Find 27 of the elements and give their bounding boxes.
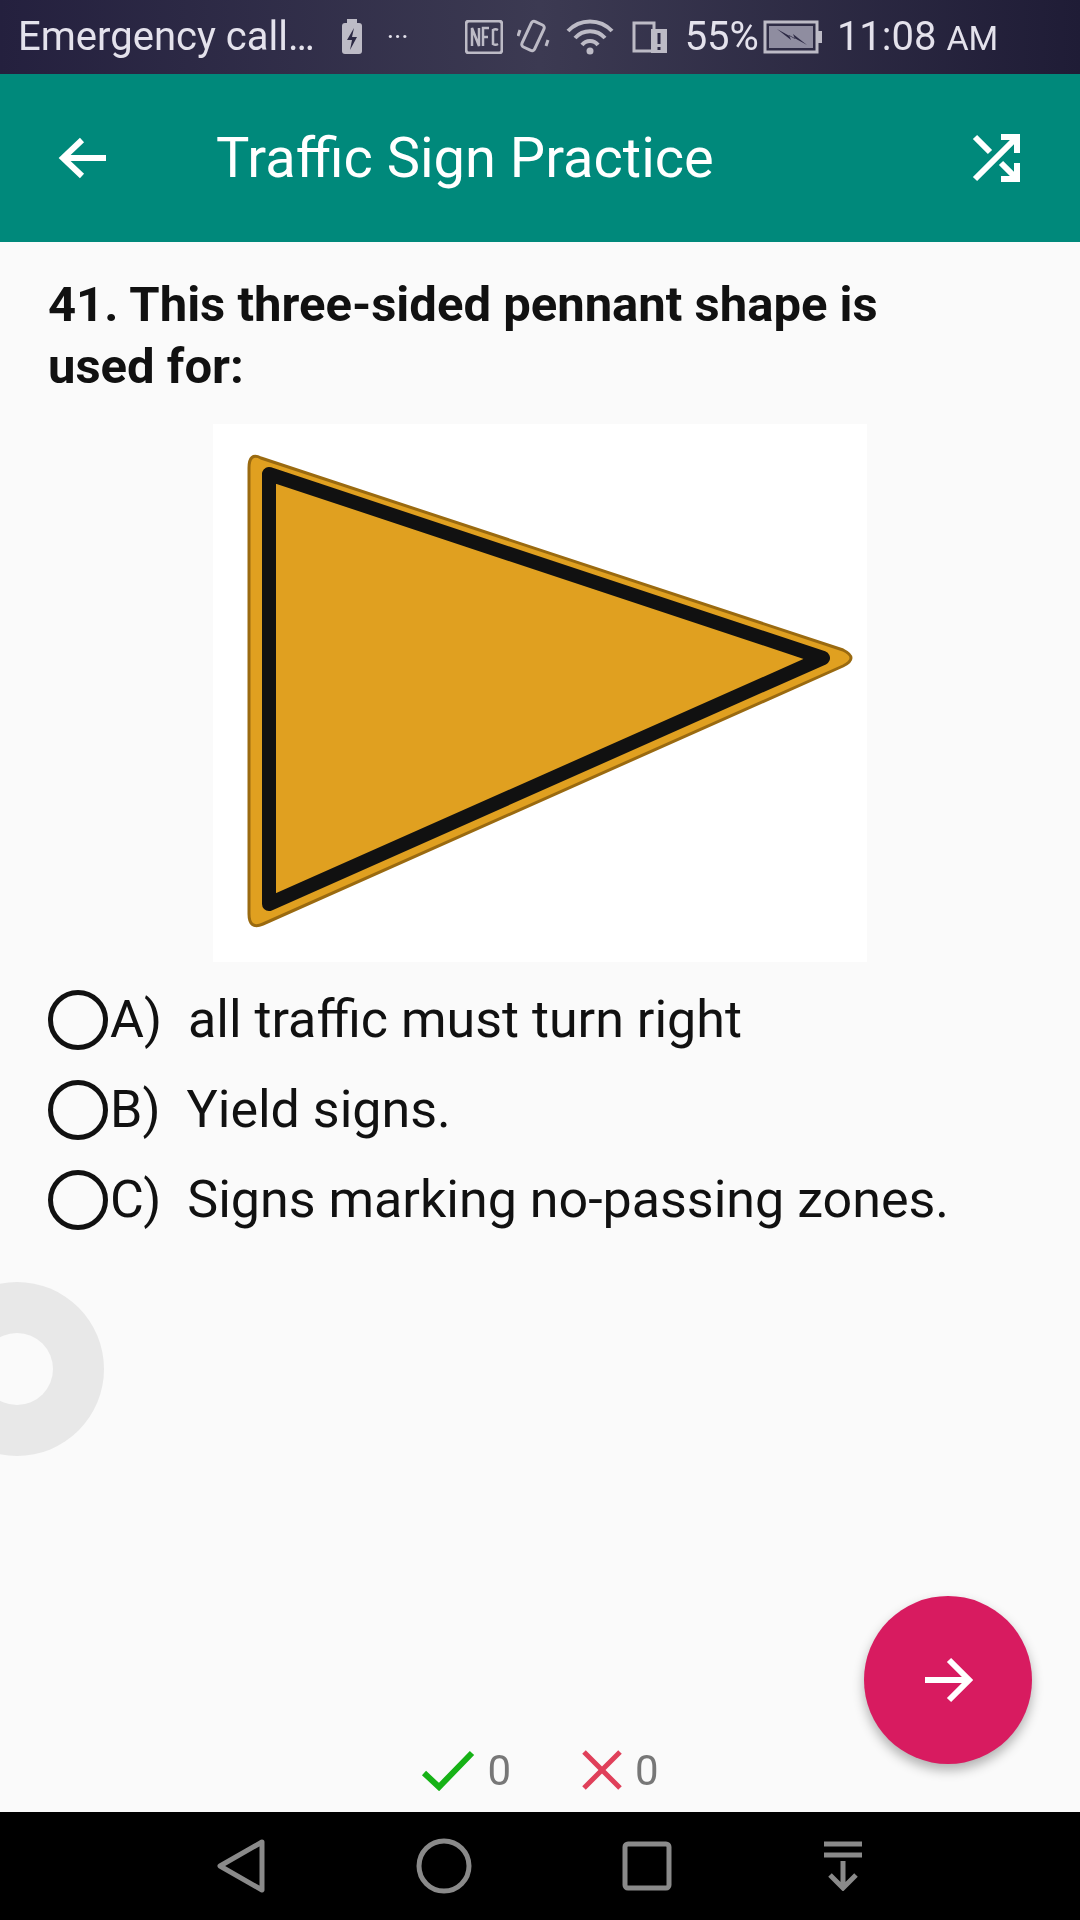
- home-icon[interactable]: [416, 1838, 472, 1894]
- cross-icon: [581, 1749, 623, 1791]
- notification-pull-icon[interactable]: [822, 1841, 864, 1891]
- question-text: 41. This three-sided pennant shape is used for:: [48, 275, 879, 397]
- battery-charging-icon: [340, 19, 363, 55]
- checkmark-icon: [421, 1749, 476, 1791]
- clock-time: 11:08 AM: [836, 12, 999, 62]
- answer-option[interactable]: B) Yield signs.: [48, 1080, 1032, 1140]
- back-icon[interactable]: [216, 1838, 266, 1894]
- battery-percent: 55%: [684, 12, 759, 62]
- recents-icon[interactable]: [622, 1841, 672, 1891]
- sim-alert-icon: [630, 19, 669, 55]
- notification-text: Emergency call…: [18, 12, 315, 62]
- wifi-icon: [564, 19, 615, 55]
- answer-option[interactable]: A) all traffic must turn right: [48, 990, 1032, 1050]
- radio-button[interactable]: [48, 1170, 108, 1230]
- radio-button[interactable]: [48, 990, 108, 1050]
- correct-count: 0: [487, 1744, 511, 1797]
- next-button[interactable]: [864, 1596, 1032, 1764]
- screen-title: Traffic Sign Practice: [216, 124, 714, 193]
- nfc-icon: [464, 20, 503, 54]
- overflow-text: ···: [386, 19, 409, 55]
- arrow-right-icon: [923, 1657, 973, 1703]
- wrong-count: 0: [635, 1744, 659, 1797]
- answer-option[interactable]: C) Signs marking no-passing zones.: [48, 1170, 1032, 1230]
- radio-button[interactable]: [48, 1080, 108, 1140]
- battery-icon: [762, 20, 823, 54]
